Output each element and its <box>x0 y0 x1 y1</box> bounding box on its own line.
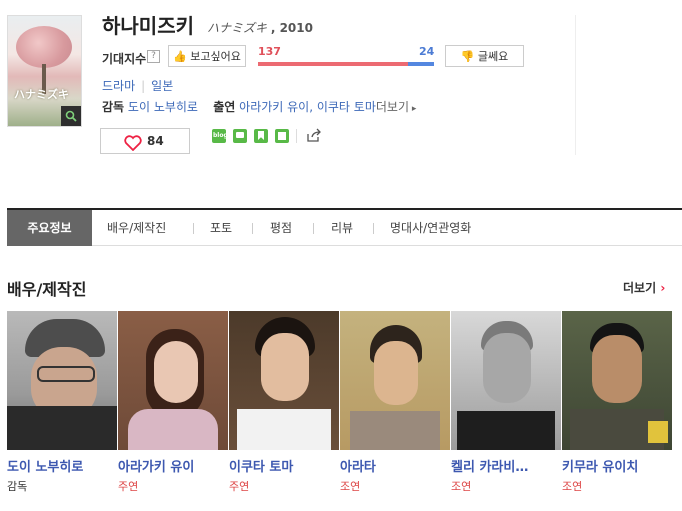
person-role: 조연 <box>451 480 472 493</box>
section-title: 배우/제작진 <box>7 280 87 299</box>
genre-link[interactable]: 드라마 <box>102 79 135 93</box>
divider <box>313 223 314 234</box>
person-role: 주연 <box>118 480 139 493</box>
cast-label: 출연 <box>213 100 236 114</box>
person-card[interactable]: 켈리 카라비… 조연 <box>451 311 561 493</box>
help-icon[interactable]: ? <box>147 50 160 63</box>
want-to-see-button[interactable]: 👍 보고싶어요 <box>168 45 246 67</box>
not-sure-button[interactable]: 👎 글쎄요 <box>445 45 524 67</box>
divider <box>575 15 576 155</box>
person-name[interactable]: 도이 노부히로 <box>7 456 83 475</box>
expectation-bar <box>258 62 434 66</box>
chevron-right-icon: › <box>660 281 666 295</box>
expectation-label: 기대지수 <box>102 52 147 66</box>
person-role: 조연 <box>562 480 583 493</box>
country-link[interactable]: 일본 <box>151 79 173 93</box>
person-role: 주연 <box>229 480 250 493</box>
person-name[interactable]: 아라가키 유이 <box>118 456 194 475</box>
favorite-button[interactable]: 84 <box>100 128 190 154</box>
divider <box>373 223 374 234</box>
poster-tree-art <box>16 26 72 68</box>
like-count: 137 <box>258 45 281 58</box>
tab-rating[interactable]: 평점 <box>270 210 292 246</box>
divider <box>252 223 253 234</box>
person-card[interactable]: 아라타 조연 <box>340 311 450 493</box>
person-photo[interactable] <box>340 311 450 450</box>
tab-bar: 주요정보 배우/제작진 포토 평점 리뷰 명대사/연관영화 <box>7 208 682 246</box>
credits-line: 감독 도이 노부히로 출연 아라가키 유이, 이쿠타 토마더보기 ▸ <box>102 98 416 115</box>
person-name[interactable]: 아라타 <box>340 456 376 475</box>
blog-icon[interactable]: blog <box>212 129 228 143</box>
person-card[interactable]: 아라가키 유이 주연 <box>118 311 228 493</box>
person-card[interactable]: 키무라 유이치 조연 <box>562 311 672 493</box>
person-role: 조연 <box>340 480 361 493</box>
person-role: 감독 <box>7 480 28 493</box>
divider <box>193 223 194 234</box>
bookmark-icon[interactable] <box>254 129 268 143</box>
original-title: ハナミズキ <box>207 21 268 35</box>
divider <box>296 129 297 143</box>
director-label: 감독 <box>102 100 125 114</box>
person-card[interactable]: 도이 노부히로 감독 <box>7 311 117 493</box>
person-name[interactable]: 키무라 유이치 <box>562 456 638 475</box>
cafe-icon[interactable] <box>233 129 247 143</box>
tab-quotes-related[interactable]: 명대사/연관영화 <box>390 210 471 246</box>
want-to-see-label: 보고싶어요 <box>190 50 241 63</box>
dislike-count: 24 <box>419 45 435 58</box>
cast-more-link[interactable]: 더보기 › <box>623 279 665 296</box>
tab-main-info[interactable]: 주요정보 <box>7 210 92 246</box>
person-name[interactable]: 이쿠타 토마 <box>229 456 293 475</box>
person-photo[interactable] <box>562 311 672 450</box>
me2day-icon[interactable] <box>275 129 289 143</box>
chevron-right-icon: ▸ <box>409 104 417 114</box>
tab-review[interactable]: 리뷰 <box>331 210 353 246</box>
not-sure-label: 글쎄요 <box>477 50 509 63</box>
cast-more-label: 더보기 <box>623 281 657 295</box>
share-icon[interactable] <box>306 128 322 147</box>
heart-icon <box>124 135 142 151</box>
movie-title: 하나미즈키 <box>102 14 194 38</box>
tab-photo[interactable]: 포토 <box>210 210 232 246</box>
movie-subtitle: ハナミズキ , 2010 <box>207 19 313 36</box>
credits-more-link[interactable]: 더보기 <box>376 100 409 114</box>
person-photo[interactable] <box>7 311 117 450</box>
person-photo[interactable] <box>229 311 339 450</box>
divider: | <box>141 79 146 93</box>
favorite-count: 84 <box>147 134 164 148</box>
cast-link[interactable]: 아라가키 유이, 이쿠타 토마 <box>239 100 376 114</box>
thumbs-down-icon: 👎 <box>460 50 475 63</box>
person-photo[interactable] <box>451 311 561 450</box>
thumbs-up-icon: 👍 <box>173 50 187 63</box>
release-year: , 2010 <box>270 21 313 35</box>
movie-poster[interactable]: ハナミズキ <box>7 15 82 127</box>
tab-cast-crew[interactable]: 배우/제작진 <box>107 210 166 246</box>
person-name[interactable]: 켈리 카라비… <box>451 456 528 475</box>
poster-caption: ハナミズキ <box>14 88 69 101</box>
expectation-bar-like-fill <box>258 62 408 66</box>
director-link[interactable]: 도이 노부히로 <box>128 100 198 114</box>
person-photo[interactable] <box>118 311 228 450</box>
genre-country: 드라마 | 일본 <box>102 77 173 94</box>
person-card[interactable]: 이쿠타 토마 주연 <box>229 311 339 493</box>
zoom-icon[interactable] <box>61 106 81 126</box>
